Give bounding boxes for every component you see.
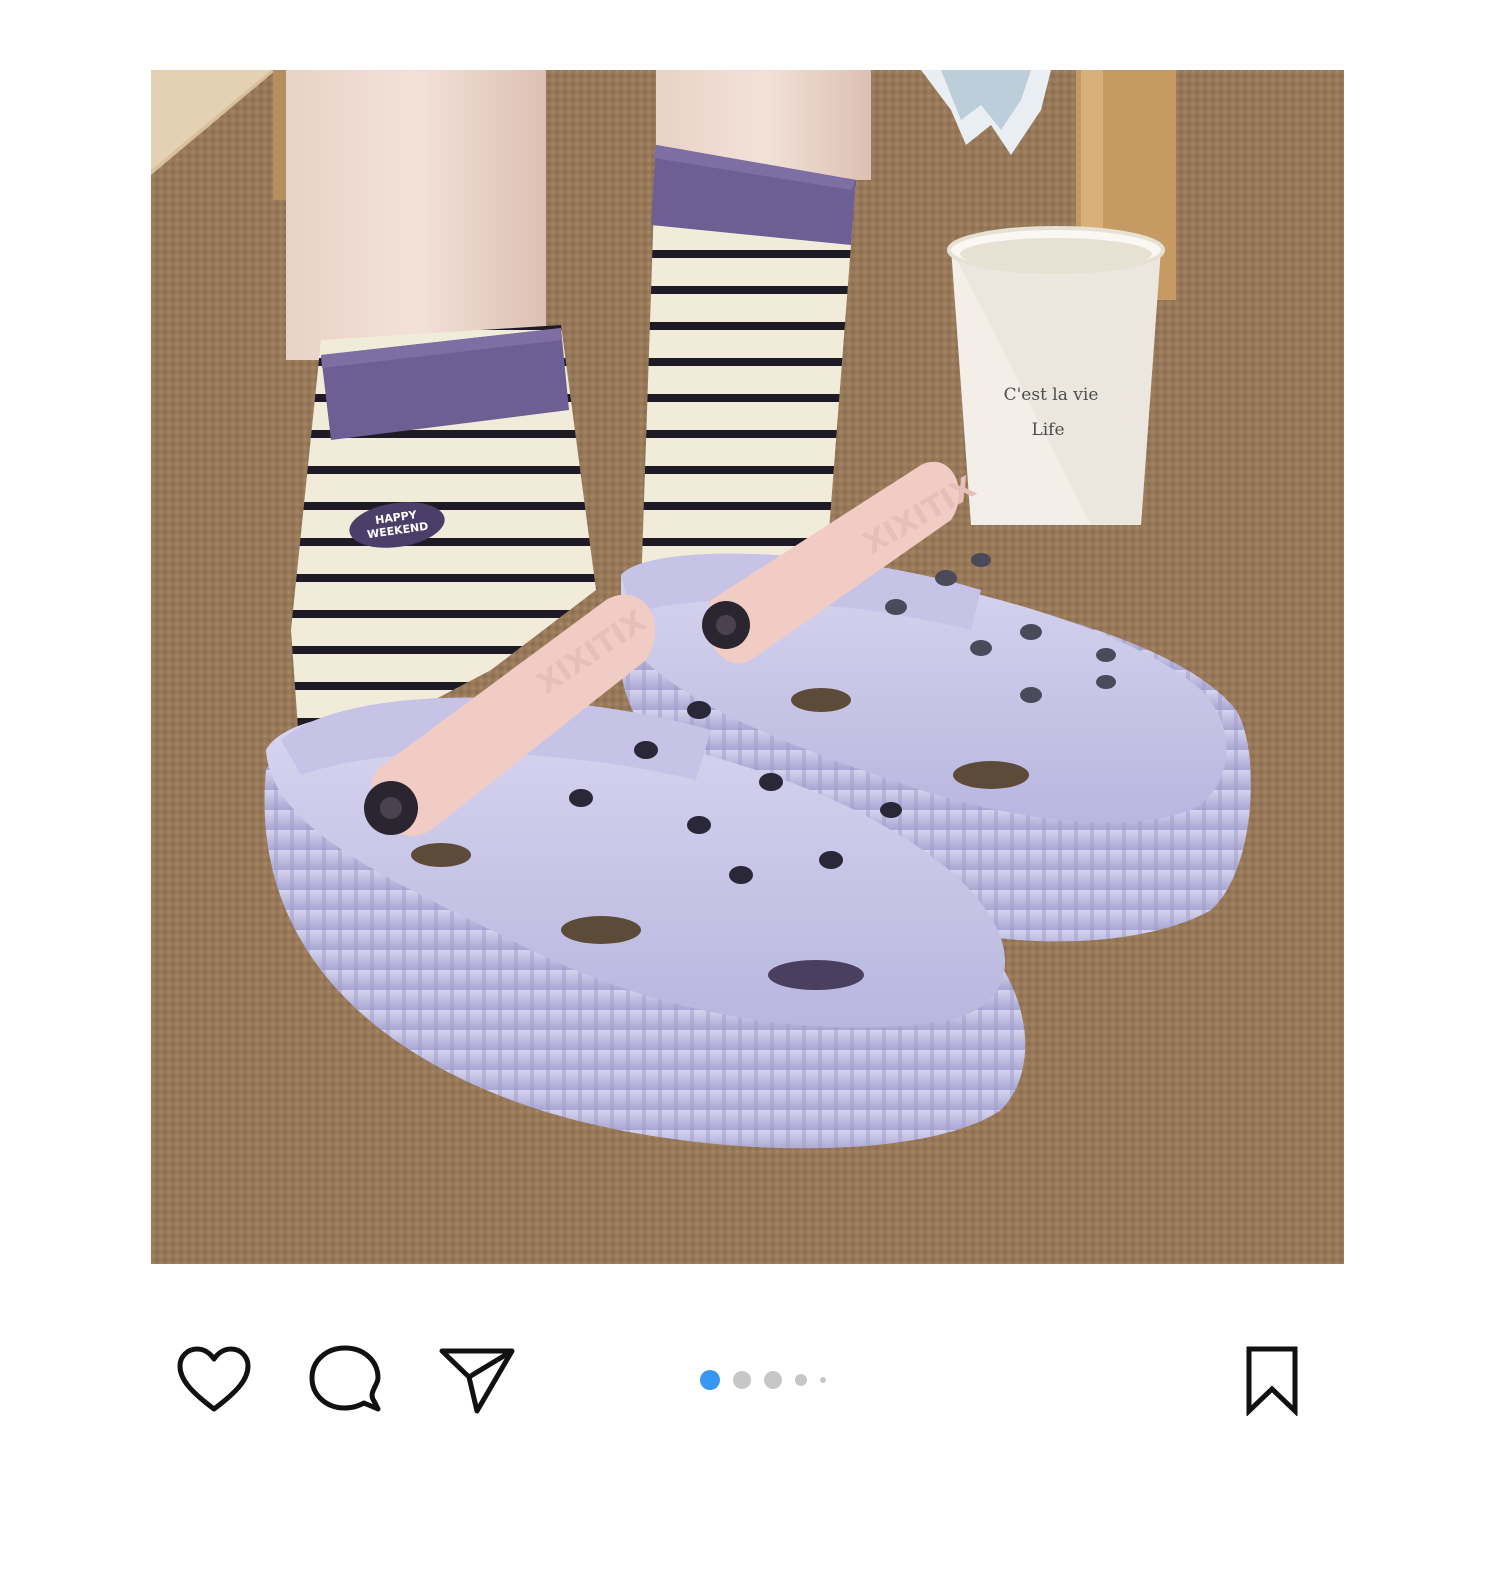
cup-text-line2: Life (1031, 420, 1064, 440)
carousel-dot-2[interactable] (733, 1371, 751, 1389)
bookmark-icon (1246, 1346, 1298, 1416)
share-button[interactable] (437, 1342, 517, 1418)
comment-icon (309, 1345, 381, 1412)
carousel-dot-3[interactable] (764, 1371, 782, 1389)
paper-plane-icon (439, 1348, 515, 1414)
cup-text-line1: C'est la vie (1004, 385, 1099, 405)
carousel-dot-4[interactable] (795, 1374, 807, 1386)
post-action-bar (0, 1330, 1500, 1430)
heart-icon (177, 1346, 251, 1412)
comment-button[interactable] (305, 1342, 385, 1418)
like-button[interactable] (174, 1342, 254, 1418)
carousel-dot-5[interactable] (820, 1377, 826, 1383)
post-photo-illustration: C'est la vie Life HAPPY WEEKEND XIXITIX … (151, 70, 1344, 1264)
carousel-dot-1[interactable] (700, 1370, 720, 1390)
post-photo[interactable]: C'est la vie Life HAPPY WEEKEND XIXITIX … (151, 70, 1344, 1264)
carousel-indicator (700, 1370, 826, 1390)
save-button[interactable] (1232, 1342, 1312, 1418)
